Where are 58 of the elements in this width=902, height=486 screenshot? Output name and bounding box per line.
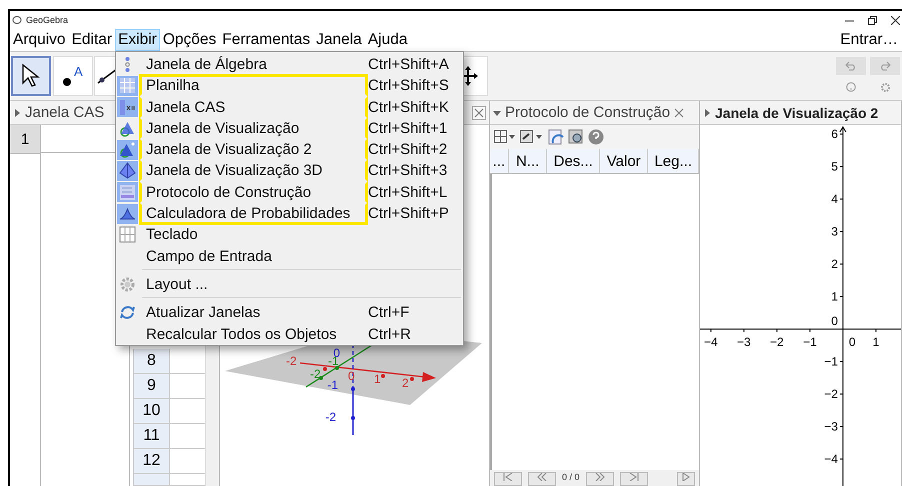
panel-title: Protocolo de Construção [505, 104, 670, 121]
menu-bar-item[interactable]: Arquivo [10, 29, 69, 51]
menu-item[interactable]: Protocolo de Construção Ctrl+Shift+L [116, 180, 463, 202]
column-header[interactable]: Leg... [648, 149, 699, 173]
tick-label: 1 [872, 335, 880, 350]
axis-label: 2 [402, 376, 409, 390]
axis-label: 1 [374, 372, 381, 386]
menu-item[interactable]: Janela CAS Ctrl+Shift+K [116, 96, 463, 117]
tick-label: −2 [824, 387, 838, 402]
tick-label: 6 [831, 127, 838, 142]
tool-button[interactable]: A [53, 56, 93, 96]
menu-item[interactable]: Teclado [116, 223, 463, 245]
window-title: GeoGebra [26, 15, 68, 25]
menu-bar-item[interactable]: Opções [160, 29, 220, 51]
row-header: 8 [133, 349, 170, 374]
column-header[interactable]: Valor [600, 149, 648, 173]
menu-item[interactable]: Janela de Visualização 2 Ctrl+Shift+2 [116, 138, 463, 160]
menu-item[interactable]: Janela de Álgebra Ctrl+Shift+A [116, 53, 463, 74]
row-number: 1 [10, 125, 40, 154]
tick-label: 2 [831, 257, 838, 272]
panel-title: Janela CAS [25, 104, 104, 121]
tick-label: −3 [737, 335, 751, 350]
menu-item[interactable]: Recalcular Todos os Objetos Ctrl+R [116, 322, 463, 344]
tick-label: −1 [803, 335, 817, 350]
tick-label: −1 [824, 354, 838, 369]
origin-label: 0 [848, 335, 856, 350]
column-header[interactable]: ... [490, 149, 509, 173]
row-header: 9 [133, 374, 170, 399]
tick-label: −4 [704, 335, 718, 350]
menu-item[interactable]: Atualizar Janelas Ctrl+F [116, 301, 463, 323]
tick-label: 3 [831, 224, 838, 239]
axis-label: -2 [325, 410, 336, 424]
step-counter: 0 / 0 [562, 472, 580, 482]
menu-bar-item[interactable]: Ferramentas [219, 29, 314, 51]
axis-label: -1 [327, 378, 338, 392]
axis-label: -2 [286, 354, 297, 368]
menu-item[interactable]: Layout ... [116, 272, 463, 294]
panel-title: Janela de Visualização 2 [715, 104, 878, 120]
tick-label: 4 [831, 192, 838, 206]
tick-label: −2 [770, 335, 784, 350]
menu-bar-item[interactable]: Editar [68, 29, 116, 51]
tick-label: 5 [831, 160, 838, 174]
axis-label: 0 [348, 369, 355, 383]
menu-item[interactable]: Campo de Entrada [116, 244, 463, 266]
tick-label: −4 [824, 452, 838, 466]
origin-label: 0 [831, 314, 838, 328]
column-header[interactable]: Des... [547, 149, 600, 173]
row-header: 12 [133, 449, 170, 474]
menu-bar-item[interactable]: Janela [313, 29, 365, 51]
menu-bar-item[interactable]: Exibir [115, 29, 160, 51]
row-header: 11 [133, 424, 170, 449]
sign-in-link[interactable]: Entrar… [836, 31, 902, 49]
tick-label: −3 [824, 420, 838, 434]
axis-label: -2 [310, 367, 321, 381]
tick-label: 1 [831, 290, 838, 304]
row-header: 10 [133, 399, 170, 424]
menu-bar-item[interactable]: Ajuda [364, 29, 410, 51]
column-header[interactable]: N... [508, 149, 548, 173]
